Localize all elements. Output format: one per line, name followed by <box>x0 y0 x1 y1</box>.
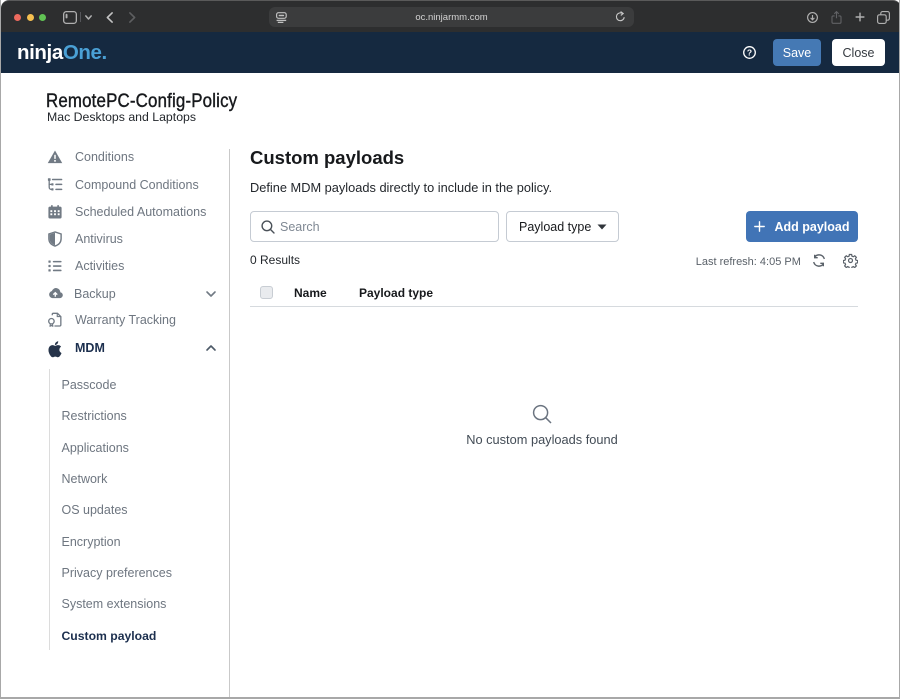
svg-text:?: ? <box>747 47 752 57</box>
